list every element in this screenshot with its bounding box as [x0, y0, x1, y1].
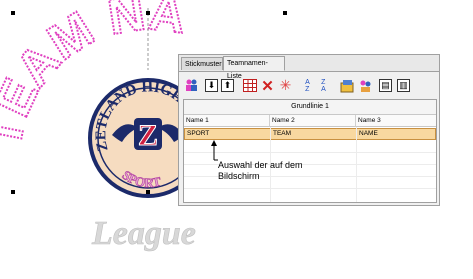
- selection-handle[interactable]: [146, 190, 150, 194]
- column-header-name-3[interactable]: Name 3: [356, 115, 436, 127]
- group-header: Grundlinie 1: [184, 100, 436, 115]
- selection-handle[interactable]: [11, 190, 15, 194]
- tab-stickmuster[interactable]: Stickmuster: [181, 57, 223, 70]
- sort-ascending-icon[interactable]: AZ: [299, 77, 316, 94]
- column-header-name-2[interactable]: Name 2: [270, 115, 356, 127]
- team-names-panel: Stickmuster Teamnamen-Liste ⬇ ⬆ ✕ ✳ AZ Z…: [178, 54, 440, 206]
- export-icon[interactable]: [357, 77, 374, 94]
- z-monogram: Z: [138, 119, 158, 152]
- column-header-name-1[interactable]: Name 1: [184, 115, 270, 127]
- table-cell: NAME: [359, 130, 378, 137]
- league-text: League: [91, 215, 196, 252]
- highlight-icon[interactable]: ✳: [277, 77, 294, 94]
- move-up-icon[interactable]: ⬆: [221, 79, 234, 92]
- team-list-toolbar: ⬇ ⬆ ✕ ✳ AZ ZA ▤ ▥: [181, 76, 437, 97]
- grid-icon[interactable]: [241, 77, 258, 94]
- tab-teamnamen-liste[interactable]: Teamnamen-Liste: [223, 56, 285, 80]
- add-team-member-icon[interactable]: [183, 77, 200, 94]
- callout-line-1: Auswahl der auf dem: [218, 160, 303, 170]
- callout-text: Auswahl der auf dem Bildschirm: [218, 160, 348, 182]
- selection-handle[interactable]: [283, 11, 287, 15]
- delete-icon[interactable]: ✕: [259, 77, 276, 95]
- selection-handle[interactable]: [146, 11, 150, 15]
- selection-handle[interactable]: [11, 11, 15, 15]
- import-icon[interactable]: [339, 77, 356, 94]
- table-cell: TEAM: [273, 130, 292, 137]
- properties-icon[interactable]: ▤: [379, 79, 392, 92]
- callout-line-2: Bildschirm: [218, 171, 260, 181]
- sort-descending-icon[interactable]: ZA: [315, 77, 332, 94]
- panel-tabs: Stickmuster Teamnamen-Liste: [179, 55, 439, 80]
- move-down-icon[interactable]: ⬇: [205, 79, 218, 92]
- print-icon[interactable]: ▥: [397, 79, 410, 92]
